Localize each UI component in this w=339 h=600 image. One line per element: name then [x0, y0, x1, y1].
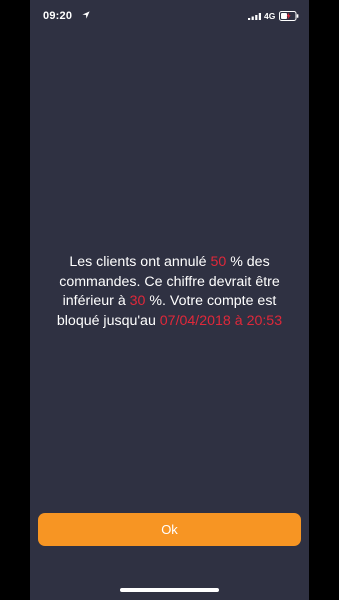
location-arrow-icon: [82, 11, 90, 19]
app-screen: 09:20 4G Les clients ont annulé 50 % des…: [30, 0, 309, 600]
max-rate-value: 30: [129, 293, 146, 309]
signal-icon: [248, 13, 261, 20]
ok-button[interactable]: Ok: [38, 513, 301, 546]
network-label: 4G: [264, 11, 276, 21]
status-bar: 09:20 4G: [30, 0, 309, 32]
home-indicator[interactable]: [120, 588, 219, 592]
message-text: Les clients ont annulé: [69, 254, 211, 270]
cancel-rate-value: 50: [210, 254, 227, 270]
status-time: 09:20: [43, 10, 73, 22]
account-blocked-message: Les clients ont annulé 50 % des commande…: [44, 253, 295, 331]
blocked-until-date: 07/04/2018 à 20:53: [159, 312, 283, 329]
battery-charging-icon: [279, 11, 299, 21]
